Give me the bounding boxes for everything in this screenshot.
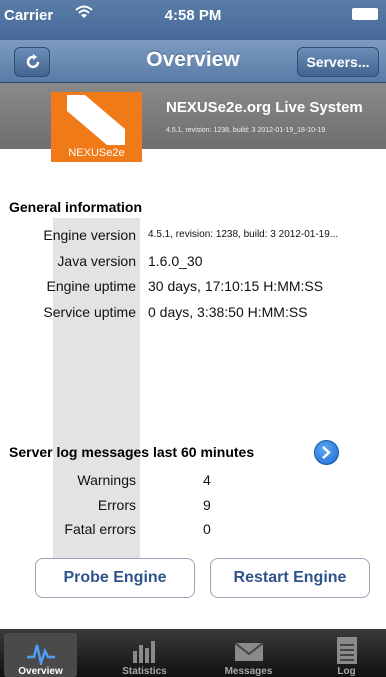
engine-uptime-value: 30 days, 17:10:15 H:MM:SS <box>148 278 324 294</box>
warnings-label: Warnings <box>77 472 136 488</box>
bar-chart-icon <box>133 641 155 663</box>
envelope-icon <box>234 642 264 661</box>
tab-messages[interactable]: Messages <box>212 633 285 677</box>
logo-text: NEXUSe2e <box>68 147 125 159</box>
errors-value: 9 <box>203 497 211 513</box>
system-subtitle: 4.5.1, revision: 1238, build: 3 2012-01-… <box>166 127 326 134</box>
general-info-title: General information <box>9 199 143 215</box>
service-uptime-value: 0 days, 3:38:50 H:MM:SS <box>148 304 308 320</box>
tab-messages-label: Messages <box>224 666 273 677</box>
engine-uptime-label: Engine uptime <box>46 278 136 294</box>
errors-label: Errors <box>97 497 136 513</box>
pulse-icon <box>27 644 55 665</box>
status-bar: Carrier 4:58 PM <box>0 0 386 40</box>
status-time: 4:58 PM <box>164 7 222 24</box>
fatal-errors-label: Fatal errors <box>64 521 136 537</box>
chevron-right-icon <box>322 446 331 459</box>
restart-engine-button[interactable]: Restart Engine <box>210 558 370 598</box>
server-log-detail-button[interactable] <box>314 440 339 465</box>
navigation-bar: Overview Servers... <box>0 40 386 83</box>
tab-statistics-label: Statistics <box>122 666 167 677</box>
logo-mark-icon <box>67 95 125 145</box>
notepad-icon <box>337 637 357 664</box>
nexuse2e-logo: NEXUSe2e <box>51 92 142 162</box>
battery-icon <box>352 8 378 20</box>
servers-button[interactable]: Servers... <box>297 47 379 77</box>
tab-overview-label: Overview <box>18 666 63 677</box>
system-title: NEXUSe2e.org Live System <box>166 99 363 116</box>
engine-version-value: 4.5.1, revision: 1238, build: 3 2012-01-… <box>148 229 339 240</box>
warnings-value: 4 <box>203 472 211 488</box>
service-uptime-label: Service uptime <box>43 304 136 320</box>
tab-overview[interactable]: Overview <box>4 633 77 677</box>
engine-version-label: Engine version <box>43 227 136 243</box>
tab-log[interactable]: Log <box>310 633 383 677</box>
tab-log-label: Log <box>337 666 356 677</box>
probe-engine-button[interactable]: Probe Engine <box>35 558 195 598</box>
fatal-errors-value: 0 <box>203 521 211 537</box>
java-version-value: 1.6.0_30 <box>148 253 203 269</box>
server-log-title: Server log messages last 60 minutes <box>9 444 255 460</box>
system-banner: NEXUSe2e NEXUSe2e.org Live System 4.5.1,… <box>0 83 386 162</box>
java-version-label: Java version <box>57 253 136 269</box>
tab-bar: Overview Statistics Messages Log <box>0 629 386 677</box>
tab-statistics[interactable]: Statistics <box>108 633 181 677</box>
